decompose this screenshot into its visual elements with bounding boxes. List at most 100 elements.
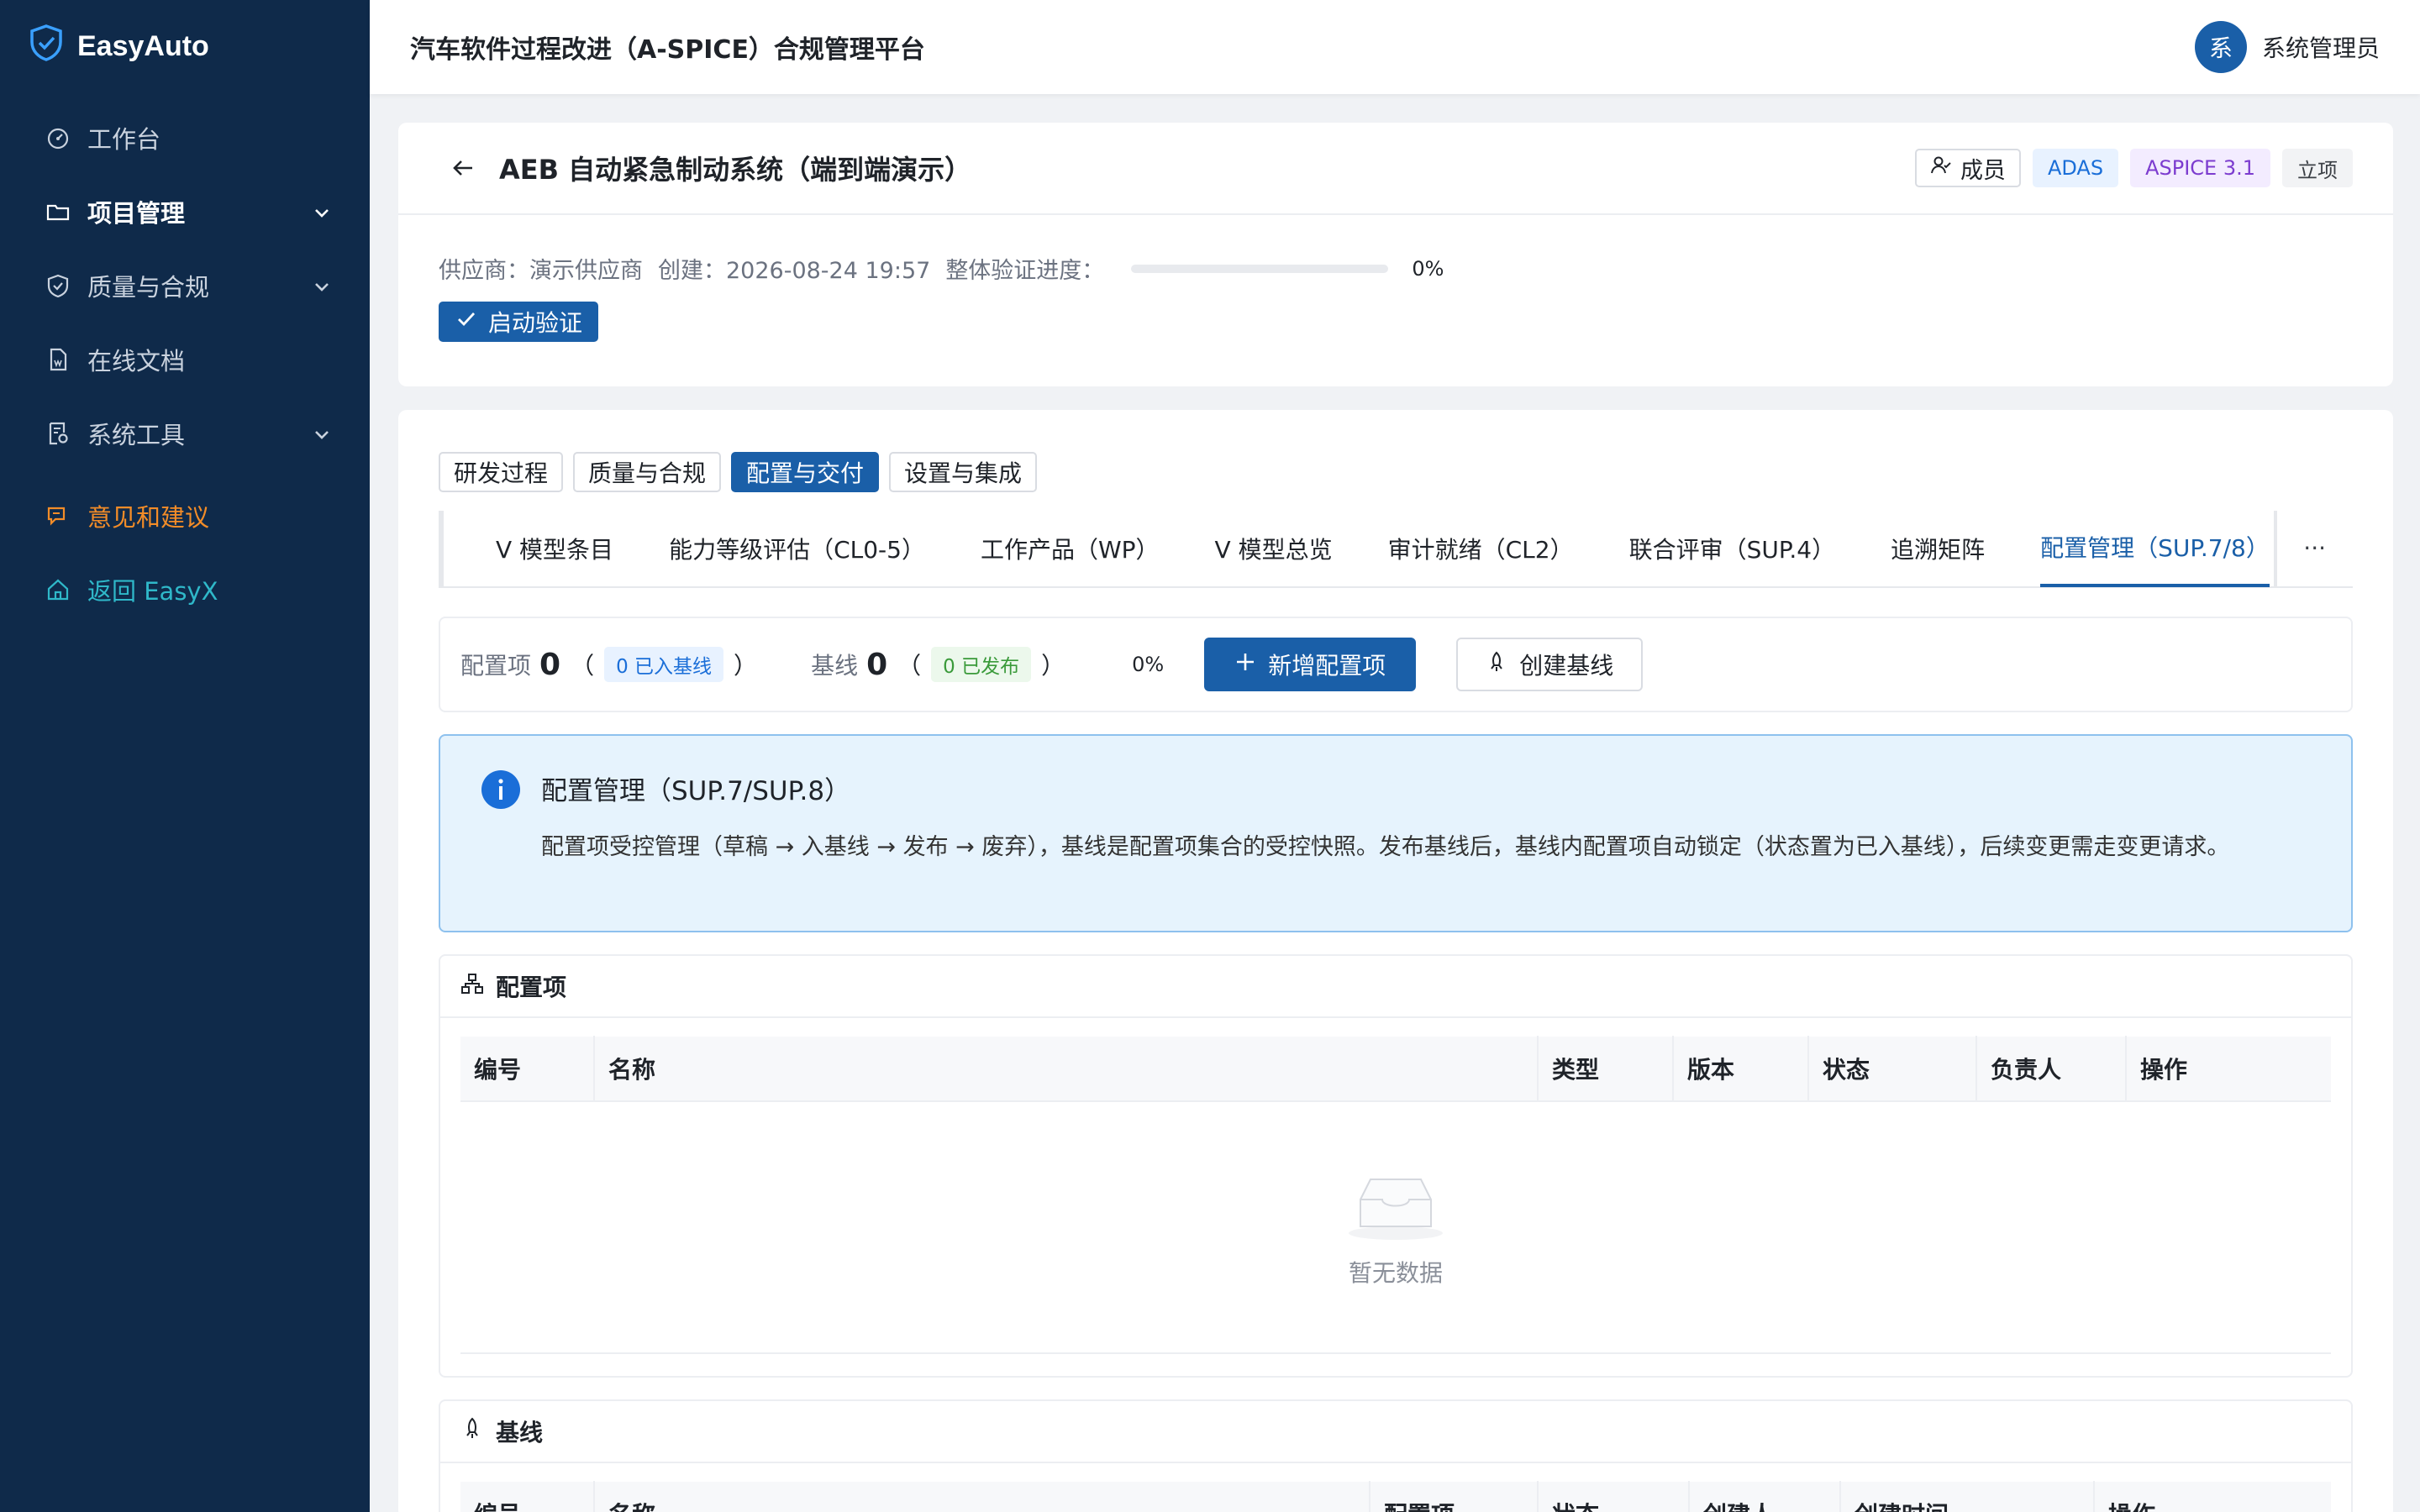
document-icon — [45, 347, 71, 372]
plus-icon — [1234, 651, 1256, 679]
project-tags: 成员 ADAS ASPICE 3.1 立项 — [1914, 149, 2353, 187]
sidebar-item-feedback[interactable]: 意见和建议 — [0, 479, 370, 553]
config-items-header: 配置项 — [440, 956, 2351, 1018]
segment-settings-integration[interactable]: 设置与集成 — [889, 452, 1038, 492]
progress-label: 整体验证进度： — [945, 258, 1105, 284]
config-items-label: 配置项 — [460, 652, 532, 680]
config-items-count: 0 — [539, 647, 561, 682]
platform-title: 汽车软件过程改进（A-SPICE）合规管理平台 — [410, 35, 925, 65]
sidebar-item-label: 质量与合规 — [87, 273, 210, 302]
tab-v-model-overview[interactable]: V 模型总览 — [1215, 510, 1333, 587]
progress-value: 0% — [1412, 256, 1444, 281]
user-menu[interactable]: 系 系统管理员 — [2194, 21, 2380, 73]
baselines-label: 基线 — [811, 652, 859, 680]
sidebar-item-label: 意见和建议 — [87, 503, 210, 532]
tab-joint-review[interactable]: 联合评审（SUP.4） — [1629, 510, 1836, 587]
rocket-icon — [1486, 651, 1507, 679]
tab-capability-assessment[interactable]: 能力等级评估（CL0-5） — [669, 510, 925, 587]
tab-config-management[interactable]: 配置管理（SUP.7/8） — [2040, 510, 2270, 587]
column-header: 编号 — [460, 1481, 595, 1512]
close-paren: ） — [734, 652, 758, 680]
created-text: 创建：2026-08-24 19:57 — [658, 258, 931, 284]
shield-icon — [45, 273, 71, 298]
project-title: AEB 自动紧急制动系统（端到端演示） — [499, 154, 972, 186]
check-icon — [455, 307, 478, 337]
tab-work-products[interactable]: 工作产品（WP） — [981, 510, 1160, 587]
column-header: 创建时间 — [1841, 1481, 2095, 1512]
user-name: 系统管理员 — [2261, 34, 2380, 62]
project-header-card: AEB 自动紧急制动系统（端到端演示） 成员 ADAS ASPICE 3.1 立… — [398, 123, 2393, 386]
info-alert: 配置管理（SUP.7/SUP.8） 配置项受控管理（草稿 → 入基线 → 发布 … — [439, 734, 2353, 932]
column-header: 创建人 — [1690, 1481, 1841, 1512]
column-header: 状态 — [1539, 1481, 1690, 1512]
sidebar-item-return-easyx[interactable]: 返回 EasyX — [0, 553, 370, 627]
create-baseline-button[interactable]: 创建基线 — [1456, 638, 1644, 691]
config-progress-percent: 0% — [1132, 653, 1165, 676]
sidebar-menu: 工作台 项目管理 质量与合规 在线文档 系统工具 意见和建议 返回 EasyX — [0, 92, 370, 627]
project-meta: 供应商：演示供应商 创建：2026-08-24 19:57 整体验证进度： 0% — [398, 215, 2393, 285]
sidebar: EasyAuto 工作台 项目管理 质量与合规 在线文档 系统工具 意见和建议 … — [0, 0, 370, 1512]
members-button[interactable]: 成员 — [1914, 149, 2021, 187]
column-header: 名称 — [595, 1481, 1370, 1512]
baselined-badge: 0 已入基线 — [604, 647, 724, 682]
create-baseline-label: 创建基线 — [1519, 652, 1614, 680]
tag-stage: 立项 — [2282, 149, 2353, 187]
tab-audit-readiness[interactable]: 审计就绪（CL2） — [1388, 510, 1574, 587]
hierarchy-icon — [460, 972, 484, 1001]
info-title: 配置管理（SUP.7/SUP.8） — [541, 776, 851, 806]
empty-inbox-icon — [1345, 1166, 1446, 1245]
open-paren: （ — [897, 652, 922, 680]
info-text: 配置项受控管理（草稿 → 入基线 → 发布 → 废弃），基线是配置项集合的受控快… — [541, 834, 2230, 860]
brand-name: EasyAuto — [77, 29, 209, 62]
supplier-text: 供应商：演示供应商 — [439, 258, 643, 284]
empty-state: 暂无数据 — [460, 1102, 2331, 1354]
members-label: 成员 — [1960, 157, 2006, 184]
config-items-section: 配置项 编号 名称 类型 版本 状态 负责人 操作 暂无数据 — [439, 954, 2353, 1378]
tag-aspice: ASPICE 3.1 — [2130, 149, 2270, 187]
column-header: 编号 — [460, 1036, 595, 1101]
baselines-section: 基线 编号 名称 配置项 状态 创建人 创建时间 操作 — [439, 1399, 2353, 1512]
folder-icon — [45, 199, 71, 224]
table-header: 编号 名称 配置项 状态 创建人 创建时间 操作 — [460, 1481, 2331, 1512]
shield-check-logo-icon — [29, 24, 64, 70]
sidebar-item-quality-compliance[interactable]: 质量与合规 — [0, 249, 370, 323]
tab-traceability-matrix[interactable]: 追溯矩阵 — [1891, 510, 1985, 587]
start-verification-label: 启动验证 — [487, 309, 582, 337]
column-header: 类型 — [1539, 1036, 1674, 1101]
progress-bar — [1131, 264, 1389, 273]
start-verification-button[interactable]: 启动验证 — [439, 302, 598, 342]
members-icon — [1930, 155, 1952, 182]
baselines-count: 0 — [866, 647, 888, 682]
more-tabs-button[interactable]: ··· — [2303, 534, 2326, 562]
sub-tabs: V 模型条目 能力等级评估（CL0-5） 工作产品（WP） V 模型总览 审计就… — [439, 511, 2353, 588]
config-items-table: 编号 名称 类型 版本 状态 负责人 操作 暂无数据 — [460, 1036, 2331, 1376]
sidebar-item-project-management[interactable]: 项目管理 — [0, 175, 370, 249]
open-paren: （ — [571, 652, 595, 680]
column-header: 操作 — [2095, 1481, 2331, 1512]
info-icon — [481, 769, 521, 810]
chevron-down-icon — [311, 201, 333, 223]
tab-v-model-items[interactable]: V 模型条目 — [496, 510, 613, 587]
sidebar-item-online-docs[interactable]: 在线文档 — [0, 323, 370, 396]
table-header: 编号 名称 类型 版本 状态 负责人 操作 — [460, 1036, 2331, 1102]
back-arrow-icon[interactable] — [449, 154, 477, 182]
add-config-item-button[interactable]: 新增配置项 — [1204, 638, 1417, 691]
segment-tabs: 研发过程 质量与合规 配置与交付 设置与集成 — [439, 410, 2353, 492]
column-header: 负责人 — [1977, 1036, 2127, 1101]
config-items-title: 配置项 — [496, 974, 567, 1001]
column-header: 名称 — [595, 1036, 1539, 1101]
segment-dev-process[interactable]: 研发过程 — [439, 452, 564, 492]
dashboard-icon — [45, 125, 71, 150]
brand[interactable]: EasyAuto — [0, 0, 370, 92]
segment-config-delivery[interactable]: 配置与交付 — [731, 452, 880, 492]
segment-quality-compliance[interactable]: 质量与合规 — [573, 452, 722, 492]
tab-scroll-edge — [2274, 511, 2277, 588]
sidebar-item-system-tools[interactable]: 系统工具 — [0, 396, 370, 470]
top-bar: 汽车软件过程改进（A-SPICE）合规管理平台 系 系统管理员 — [370, 0, 2420, 94]
sidebar-item-dashboard[interactable]: 工作台 — [0, 101, 370, 175]
sidebar-item-label: 在线文档 — [87, 347, 186, 375]
home-icon — [45, 577, 71, 602]
sidebar-item-label: 项目管理 — [87, 199, 186, 228]
empty-text: 暂无数据 — [1348, 1259, 1443, 1287]
project-header: AEB 自动紧急制动系统（端到端演示） 成员 ADAS ASPICE 3.1 立… — [398, 123, 2393, 215]
